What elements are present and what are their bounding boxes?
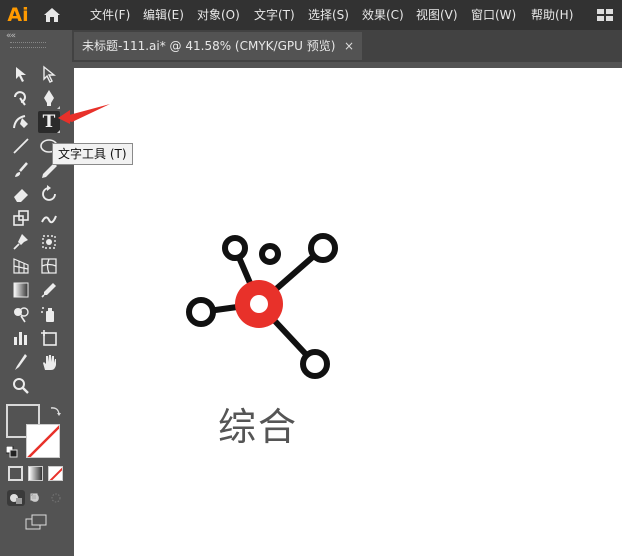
draw-inside-button[interactable] <box>47 490 65 506</box>
artboard[interactable]: 综合 <box>74 68 622 556</box>
free-transform-icon <box>42 235 56 249</box>
none-slash-icon <box>49 467 62 480</box>
pin-icon <box>13 234 28 250</box>
brush-icon <box>15 162 28 177</box>
draw-behind-icon <box>30 493 39 502</box>
slice-tool[interactable] <box>10 351 32 373</box>
menu-help[interactable]: 帮助(H) <box>531 0 573 30</box>
gradient-icon <box>13 282 29 298</box>
gradient-mode-button[interactable] <box>28 466 43 481</box>
wand-icon <box>14 91 26 106</box>
swap-fill-stroke-icon[interactable] <box>48 404 62 418</box>
app-logo: Ai <box>7 4 29 26</box>
network-node-icon[interactable] <box>179 224 339 384</box>
canvas-area[interactable]: 综合 <box>72 62 622 556</box>
eyedropper-icon <box>41 283 56 298</box>
none-mode-button[interactable] <box>48 466 63 481</box>
workspace-switcher-icon[interactable] <box>596 7 614 23</box>
document-tab-title: 未标题-111.ai* @ 41.58% (CMYK/GPU 预览) <box>82 39 336 53</box>
arrow-filled-icon <box>16 67 26 82</box>
document-tab-strip: 未标题-111.ai* @ 41.58% (CMYK/GPU 预览) × <box>72 30 622 62</box>
hand-tool[interactable] <box>38 351 60 373</box>
selection-tool[interactable] <box>10 63 32 85</box>
free-transform-tool[interactable] <box>38 231 60 253</box>
annotation-arrow <box>58 104 110 124</box>
line-icon <box>13 138 29 154</box>
perspective-grid-tool[interactable] <box>10 255 32 277</box>
artboard-icon <box>41 330 57 346</box>
perspective-icon <box>13 258 29 274</box>
draw-normal-button[interactable] <box>7 490 25 506</box>
mesh-icon <box>41 258 57 274</box>
menu-select[interactable]: 选择(S) <box>308 0 349 30</box>
line-tool[interactable] <box>10 135 32 157</box>
shape-builder-tool[interactable] <box>10 303 32 325</box>
draw-normal-icon <box>10 494 22 504</box>
slice-icon <box>15 354 27 370</box>
menu-edit[interactable]: 编辑(E) <box>143 0 184 30</box>
screen-mode-icon[interactable] <box>24 513 48 531</box>
no-stroke-slash-icon <box>27 425 59 457</box>
hand-icon <box>43 355 56 370</box>
rotate-tool[interactable] <box>38 183 60 205</box>
tab-close-icon[interactable]: × <box>344 32 354 60</box>
puppet-warp-tool[interactable] <box>10 231 32 253</box>
curvature-tool[interactable] <box>10 111 32 133</box>
direct-selection-tool[interactable] <box>38 63 60 85</box>
menu-bar: Ai 文件(F) 编辑(E) 对象(O) 文字(T) 选择(S) 效果(C) 视… <box>0 0 622 30</box>
menu-view[interactable]: 视图(V) <box>416 0 458 30</box>
stroke-color-swatch[interactable] <box>26 424 60 458</box>
mesh-tool[interactable] <box>38 255 60 277</box>
tool-tooltip: 文字工具 (T) <box>52 143 133 165</box>
document-tab[interactable]: 未标题-111.ai* @ 41.58% (CMYK/GPU 预览) × <box>74 32 362 60</box>
menu-type[interactable]: 文字(T) <box>254 0 295 30</box>
default-colors-icon[interactable] <box>6 446 18 458</box>
draw-behind-button[interactable] <box>27 490 45 506</box>
curvature-icon <box>13 115 28 129</box>
panel-grip[interactable] <box>10 42 46 48</box>
eyedropper-tool[interactable] <box>38 279 60 301</box>
scale-tool[interactable] <box>10 207 32 229</box>
color-mode-button[interactable] <box>8 466 23 481</box>
zoom-tool[interactable] <box>10 375 32 397</box>
panel-collapse-button[interactable]: «« <box>6 31 16 41</box>
home-icon[interactable] <box>42 5 62 25</box>
artboard-text-label[interactable]: 综合 <box>218 396 298 451</box>
paintbrush-tool[interactable] <box>10 159 32 181</box>
eraser-tool[interactable] <box>10 183 32 205</box>
column-graph-tool[interactable] <box>10 327 32 349</box>
draw-inside-icon <box>51 493 61 503</box>
symbol-sprayer-tool[interactable] <box>38 303 60 325</box>
zoom-icon <box>13 378 29 394</box>
warp-icon <box>41 215 57 224</box>
shape-builder-icon <box>14 307 29 323</box>
menu-effect[interactable]: 效果(C) <box>362 0 404 30</box>
artboard-tool[interactable] <box>38 327 60 349</box>
menu-file[interactable]: 文件(F) <box>90 0 130 30</box>
scale-icon <box>13 210 29 226</box>
magic-wand-tool[interactable] <box>10 87 32 109</box>
menu-window[interactable]: 窗口(W) <box>471 0 516 30</box>
spray-icon <box>41 307 54 322</box>
eraser-icon <box>14 189 28 202</box>
gradient-tool[interactable] <box>10 279 32 301</box>
menu-object[interactable]: 对象(O) <box>197 0 240 30</box>
rotate-icon <box>42 185 56 201</box>
arrow-hollow-icon <box>43 65 56 83</box>
bar-graph-icon <box>14 332 27 345</box>
warp-tool[interactable] <box>38 207 60 229</box>
type-icon: T <box>42 112 56 132</box>
